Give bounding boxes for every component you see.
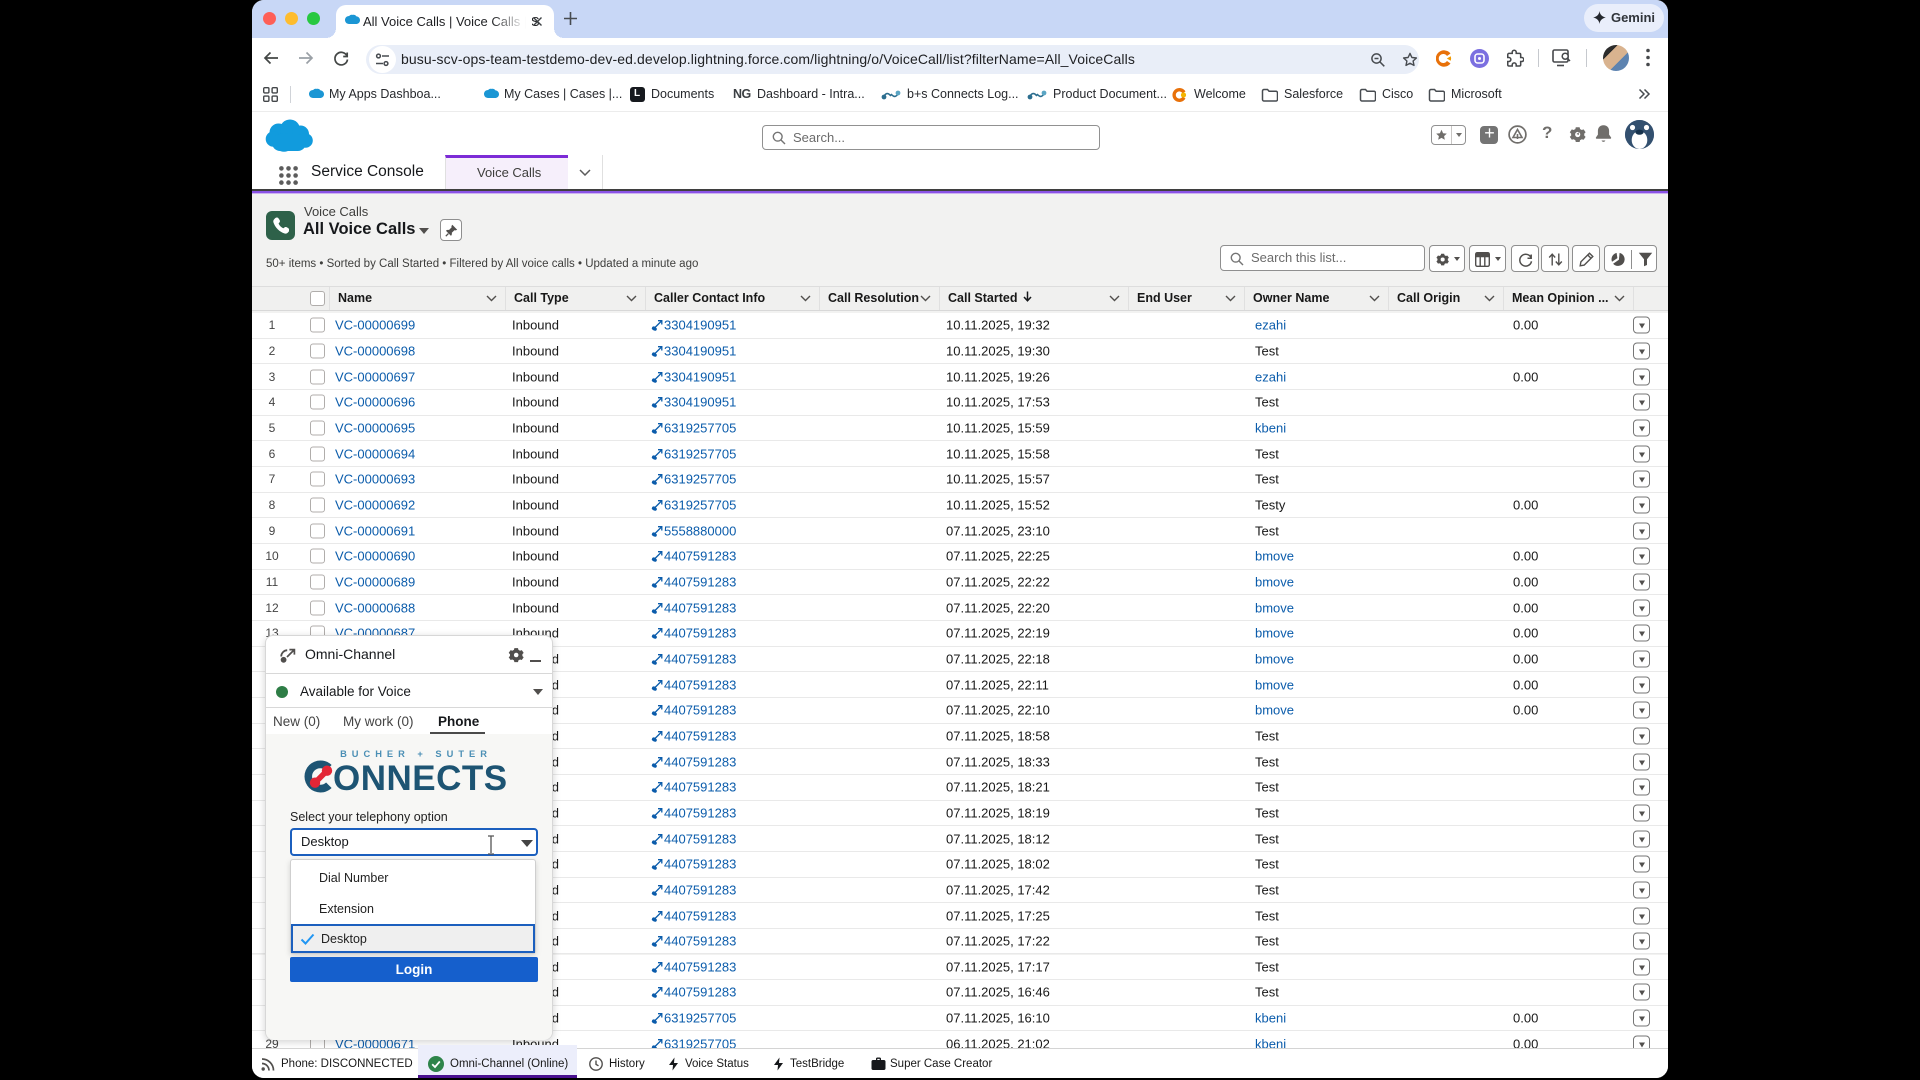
svg-text:ONNECTS: ONNECTS [333, 759, 508, 798]
